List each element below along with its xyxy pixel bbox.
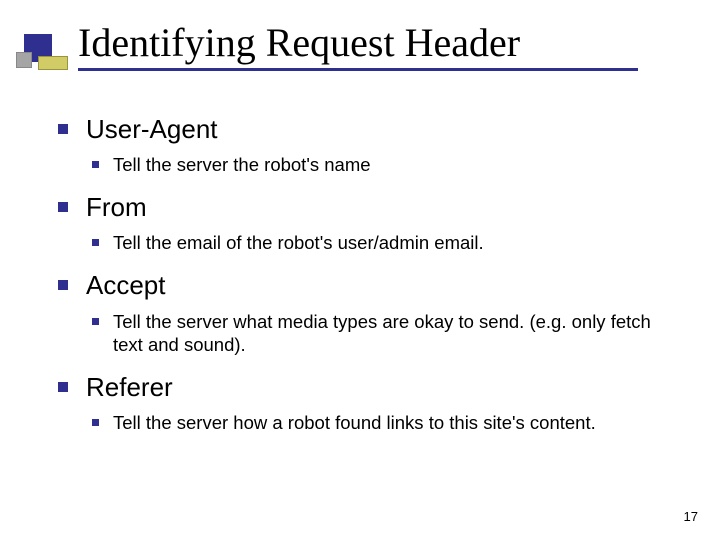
content: User-Agent Tell the server the robot's n… — [58, 112, 680, 448]
bullet-icon — [92, 239, 99, 246]
list-item: From — [58, 190, 680, 225]
list-subitem: Tell the email of the robot's user/admin… — [92, 231, 680, 254]
list-subitem: Tell the server the robot's name — [92, 153, 680, 176]
bullet-icon — [92, 419, 99, 426]
list-item: User-Agent — [58, 112, 680, 147]
list-item: Referer — [58, 370, 680, 405]
bullet-icon — [92, 318, 99, 325]
title-block: Identifying Request Header — [78, 22, 700, 71]
bullet-icon — [58, 124, 68, 134]
title-underline — [78, 68, 638, 71]
slide-title: Identifying Request Header — [78, 22, 700, 64]
bullet-icon — [58, 382, 68, 392]
list-item-label: Accept — [86, 268, 680, 303]
list-item-label: User-Agent — [86, 112, 680, 147]
list-subitem: Tell the server what media types are oka… — [92, 310, 680, 356]
page-number: 17 — [684, 509, 698, 524]
list-subitem: Tell the server how a robot found links … — [92, 411, 680, 434]
corner-ornament — [16, 34, 68, 78]
ornament-square-icon — [38, 56, 68, 70]
slide: Identifying Request Header User-Agent Te… — [0, 0, 720, 540]
list-item-label: From — [86, 190, 680, 225]
ornament-square-icon — [16, 52, 32, 68]
bullet-icon — [58, 280, 68, 290]
list-subitem-text: Tell the server how a robot found links … — [113, 411, 680, 434]
list-subitem-text: Tell the email of the robot's user/admin… — [113, 231, 680, 254]
list-item-label: Referer — [86, 370, 680, 405]
list-item: Accept — [58, 268, 680, 303]
list-subitem-text: Tell the server the robot's name — [113, 153, 680, 176]
list-subitem-text: Tell the server what media types are oka… — [113, 310, 680, 356]
bullet-icon — [92, 161, 99, 168]
bullet-icon — [58, 202, 68, 212]
